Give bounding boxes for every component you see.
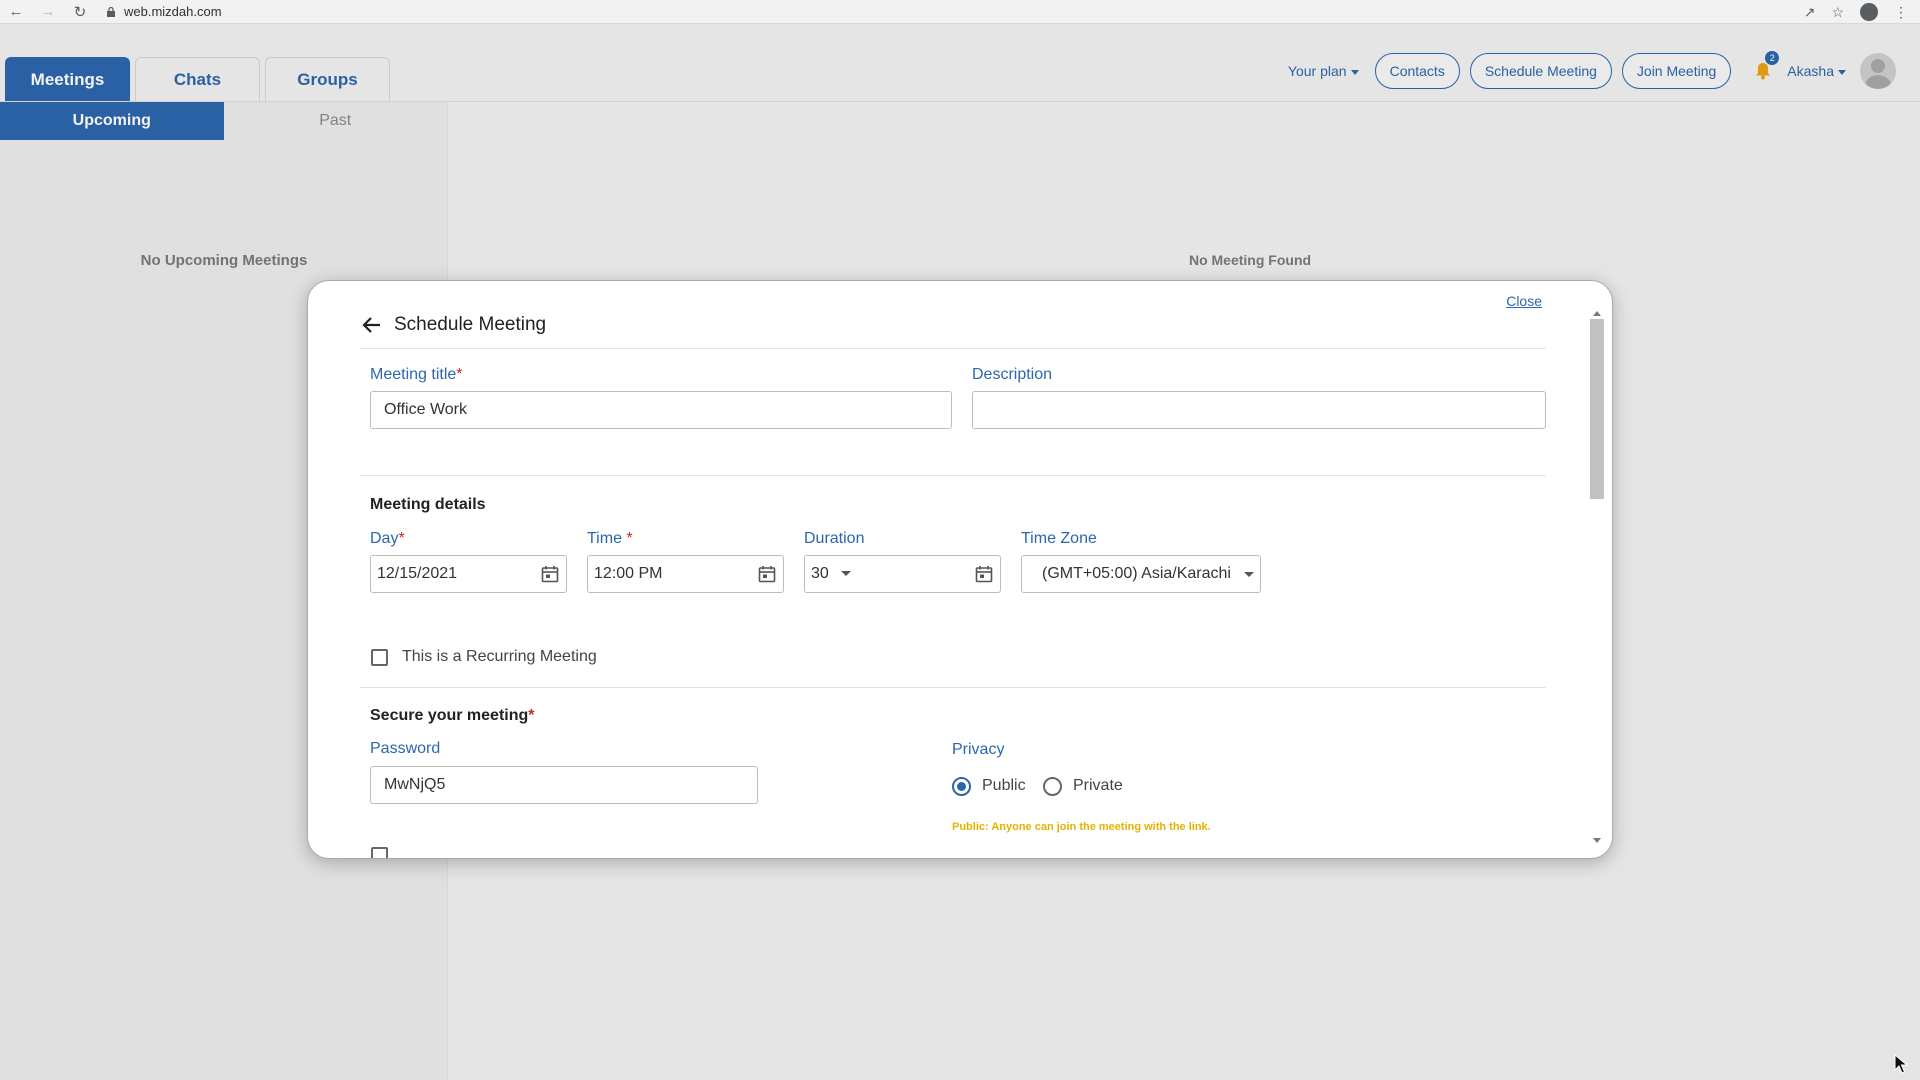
additional-option-checkbox[interactable] xyxy=(371,847,388,858)
scroll-down-icon[interactable] xyxy=(1593,838,1601,843)
time-picker[interactable]: 12:00 PM xyxy=(587,555,784,593)
meeting-title-label: Meeting title* xyxy=(370,366,463,383)
private-radio-label: Private xyxy=(1073,777,1123,794)
password-label: Password xyxy=(370,740,441,757)
time-label: Time * xyxy=(587,530,633,547)
privacy-note: Public: Anyone can join the meeting with… xyxy=(952,821,1211,833)
meeting-title-input[interactable]: Office Work xyxy=(370,391,952,429)
calendar-icon[interactable] xyxy=(540,564,560,584)
chevron-down-icon xyxy=(1244,571,1254,577)
password-input[interactable]: MwNjQ5 xyxy=(370,766,758,804)
public-radio-label: Public xyxy=(982,777,1026,794)
day-label: Day* xyxy=(370,530,405,547)
timezone-value: (GMT+05:00) Asia/Karachi xyxy=(1042,565,1231,582)
duration-value: 30 xyxy=(811,565,974,583)
secure-meeting-heading: Secure your meeting* xyxy=(370,707,535,724)
mouse-cursor-icon xyxy=(1894,1054,1909,1074)
scrollbar[interactable] xyxy=(1590,309,1604,845)
private-radio[interactable] xyxy=(1043,777,1062,796)
day-value: 12/15/2021 xyxy=(377,565,458,582)
description-input[interactable] xyxy=(972,391,1546,429)
calendar-icon[interactable] xyxy=(974,564,994,584)
schedule-meeting-dialog: Close Schedule Meeting Meeting title* Of… xyxy=(307,280,1613,859)
chevron-down-icon xyxy=(840,571,851,577)
meeting-details-heading: Meeting details xyxy=(370,496,486,513)
divider xyxy=(360,348,1546,349)
duration-label: Duration xyxy=(804,530,865,547)
recurring-checkbox[interactable] xyxy=(371,649,388,666)
duration-select[interactable]: 30 xyxy=(804,555,1001,593)
calendar-icon[interactable] xyxy=(757,564,777,584)
time-value: 12:00 PM xyxy=(594,565,663,582)
recurring-label: This is a Recurring Meeting xyxy=(402,648,597,665)
back-arrow-icon[interactable] xyxy=(360,313,384,337)
dialog-body: Schedule Meeting Meeting title* Office W… xyxy=(360,281,1552,858)
timezone-select[interactable]: (GMT+05:00) Asia/Karachi xyxy=(1021,555,1261,593)
scrollbar-thumb[interactable] xyxy=(1590,319,1604,499)
public-radio[interactable] xyxy=(952,777,971,796)
privacy-label: Privacy xyxy=(952,741,1005,758)
description-label: Description xyxy=(972,366,1053,383)
dialog-title: Schedule Meeting xyxy=(394,314,547,335)
day-picker[interactable]: 12/15/2021 xyxy=(370,555,567,593)
divider xyxy=(360,687,1546,688)
timezone-label: Time Zone xyxy=(1021,530,1097,547)
scroll-up-icon[interactable] xyxy=(1593,311,1601,316)
divider xyxy=(360,475,1546,476)
